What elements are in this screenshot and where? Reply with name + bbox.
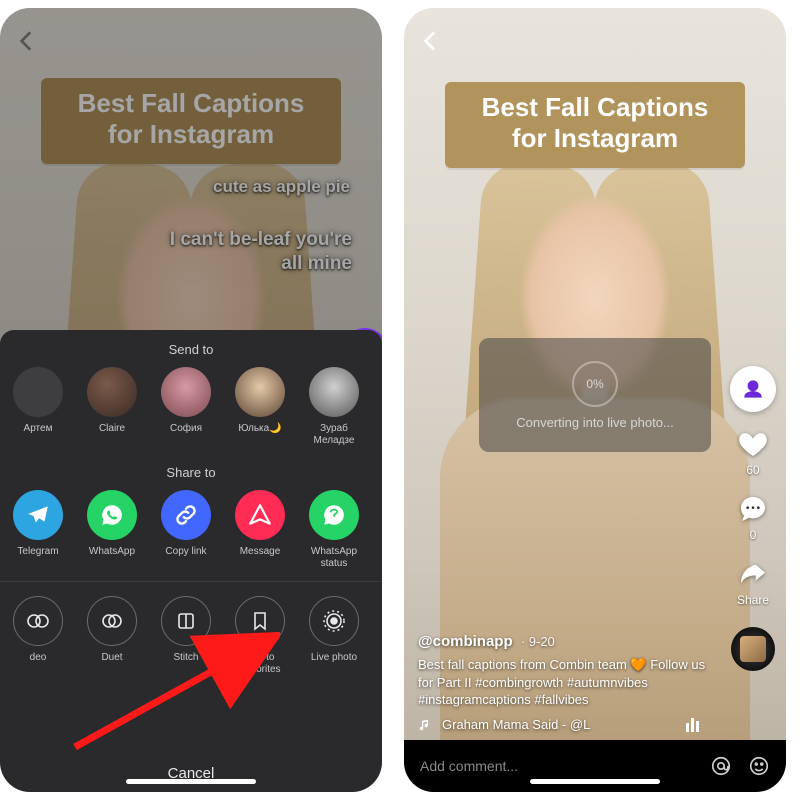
action-save-video[interactable]: deo [10, 596, 66, 676]
like-button[interactable]: 60 [737, 428, 769, 477]
profile-badge[interactable] [730, 366, 776, 412]
comment-input[interactable]: Add comment... [420, 758, 694, 774]
action-live-photo[interactable]: Live photo [306, 596, 362, 676]
duet-icon [87, 596, 137, 646]
action-favorites[interactable]: Add to Favorites [232, 596, 288, 676]
whatsapp-status-icon [309, 490, 359, 540]
username[interactable]: @combinapp · 9-20 [418, 633, 706, 650]
comment-button[interactable]: 0 [737, 493, 769, 542]
contact-4[interactable]: Зураб Меладзе [306, 367, 362, 447]
stitch-icon [161, 596, 211, 646]
contact-2[interactable]: София [158, 367, 214, 447]
send-to-title: Send to [0, 330, 382, 365]
live-photo-icon [309, 596, 359, 646]
share-to-title: Share to [0, 453, 382, 488]
progress-ring: 0% [572, 361, 618, 407]
share-telegram[interactable]: Telegram [10, 490, 66, 569]
contact-5[interactable]: Lani Ra [380, 367, 382, 447]
phone-right: Best Fall Captions for Instagram 0% Conv… [404, 8, 786, 792]
share-whatsapp[interactable]: WhatsApp [84, 490, 140, 569]
share-vk[interactable]: VK [380, 490, 382, 569]
action-rail: 60 0 Share [730, 366, 776, 671]
avatar-icon [161, 367, 211, 417]
save-video-icon [13, 596, 63, 646]
mention-icon[interactable] [710, 755, 732, 777]
emoji-icon[interactable] [748, 755, 770, 777]
telegram-icon [13, 490, 63, 540]
back-icon[interactable] [418, 28, 444, 54]
back-icon[interactable] [14, 28, 40, 54]
action-duet[interactable]: Duet [84, 596, 140, 676]
music-title: Graham Mama Said - @L [442, 717, 590, 732]
contact-1[interactable]: Claire [84, 367, 140, 447]
share-button[interactable]: Share [737, 558, 769, 607]
share-copy-link[interactable]: Copy link [158, 490, 214, 569]
bookmark-icon [235, 596, 285, 646]
phone-left: Best Fall Captions for Instagram cute as… [0, 8, 382, 792]
music-note-icon [418, 718, 432, 732]
share-icon [737, 558, 769, 590]
avatar-icon [13, 367, 63, 417]
contacts-row[interactable]: Артем Claire София Юлька🌙 Зураб Меладзе … [0, 365, 382, 453]
contact-0[interactable]: Артем [10, 367, 66, 447]
share-whatsapp-status[interactable]: WhatsApp status [306, 490, 362, 569]
contact-3[interactable]: Юлька🌙 [232, 367, 288, 447]
comment-icon [737, 493, 769, 525]
share-message[interactable]: Message [232, 490, 288, 569]
avatar-icon [87, 367, 137, 417]
home-indicator[interactable] [530, 779, 660, 784]
share-sheet: Send to Артем Claire София Юлька🌙 Зураб … [0, 330, 382, 792]
avatar-icon [235, 367, 285, 417]
music-row[interactable]: Graham Mama Said - @L [418, 717, 706, 732]
video-meta: @combinapp · 9-20 Best fall captions fro… [418, 633, 706, 732]
title-card: Best Fall Captions for Instagram [445, 82, 745, 168]
actions-row[interactable]: deo Duet Stitch Add to Favorites Live ph… [0, 582, 382, 682]
link-icon [161, 490, 211, 540]
loading-panel: 0% Converting into live photo... [479, 338, 711, 452]
loading-text: Converting into live photo... [516, 415, 674, 430]
message-icon [235, 490, 285, 540]
action-stitch[interactable]: Stitch [158, 596, 214, 676]
share-row[interactable]: Telegram WhatsApp Copy link Message What… [0, 488, 382, 575]
video-description[interactable]: Best fall captions from Combin team 🧡 Fo… [418, 656, 706, 709]
heart-icon [737, 428, 769, 460]
equalizer-icon [686, 718, 706, 732]
comment-bar: Add comment... [404, 740, 786, 792]
post-date: · 9-20 [521, 634, 555, 649]
cancel-button[interactable]: Cancel [0, 745, 382, 792]
whatsapp-icon [87, 490, 137, 540]
avatar-icon [309, 367, 359, 417]
sound-disc[interactable] [731, 627, 775, 671]
action-share-gif[interactable]: GIF Share as GIF [380, 596, 382, 676]
home-indicator[interactable] [126, 779, 256, 784]
album-art [740, 636, 766, 662]
